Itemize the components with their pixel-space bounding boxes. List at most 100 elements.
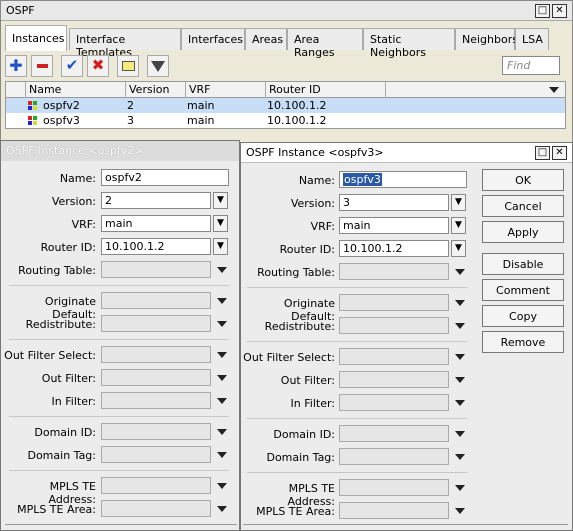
out-filter-select-select[interactable]	[101, 346, 211, 363]
remove-button[interactable]: Remove	[482, 331, 564, 353]
tab-lsa[interactable]: LSA	[515, 28, 549, 50]
mpls-te-area-select[interactable]	[101, 500, 211, 517]
out-filter-select-dropdown-icon[interactable]	[455, 354, 465, 360]
table-row[interactable]: ospfv2 2 main 10.100.1.2	[6, 98, 565, 113]
mpls-te-address-dropdown-icon[interactable]	[455, 485, 465, 491]
find-input[interactable]: Find	[502, 56, 560, 75]
instances-table: Name Version VRF Router ID ospfv2 2 main…	[5, 81, 566, 129]
router-id-select[interactable]: 10.100.1.2	[101, 238, 211, 255]
out-filter-select[interactable]	[101, 369, 211, 386]
name-value: ospfv3	[343, 173, 382, 186]
domain-tag-select[interactable]	[101, 446, 211, 463]
ok-button[interactable]: OK	[482, 169, 564, 191]
mpls-te-address-select[interactable]	[339, 479, 449, 496]
redistribute-select[interactable]	[101, 315, 211, 332]
close-button[interactable]: ✕	[552, 4, 567, 18]
redistribute-dropdown-icon[interactable]	[217, 321, 227, 327]
in-filter-label: In Filter:	[290, 397, 335, 410]
out-filter-dropdown-icon[interactable]	[217, 375, 227, 381]
enable-button[interactable]: ✔	[61, 55, 83, 77]
vrf-dropdown-button[interactable]: ▼	[213, 215, 228, 232]
add-button[interactable]: ✚	[5, 55, 27, 77]
comment-button[interactable]: Comment	[482, 279, 564, 301]
copy-button[interactable]: Copy	[482, 305, 564, 327]
remove-button[interactable]	[31, 55, 53, 77]
cell-vrf: main	[187, 99, 215, 112]
disable-button[interactable]: ✖	[87, 55, 109, 77]
apply-button[interactable]: Apply	[482, 221, 564, 243]
version-select[interactable]: 2	[101, 192, 211, 209]
out-filter-label: Out Filter:	[41, 372, 96, 385]
tab-interfaces[interactable]: Interfaces	[181, 28, 245, 50]
tab-area-ranges[interactable]: Area Ranges	[287, 28, 363, 59]
routing-table-select[interactable]	[339, 263, 449, 280]
disable-button[interactable]: Disable	[482, 253, 564, 275]
domain-tag-dropdown-icon[interactable]	[217, 452, 227, 458]
out-filter-select-dropdown-icon[interactable]	[217, 352, 227, 358]
redistribute-select[interactable]	[339, 317, 449, 334]
domain-id-select[interactable]	[101, 423, 211, 440]
domain-id-dropdown-icon[interactable]	[217, 429, 227, 435]
router-id-dropdown-button[interactable]: ▼	[213, 238, 228, 255]
name-input[interactable]: ospfv2	[101, 169, 229, 186]
originate-default-select[interactable]	[339, 294, 449, 311]
col-router-id[interactable]: Router ID	[266, 82, 386, 98]
routing-table-select[interactable]	[101, 261, 211, 278]
mpls-te-address-dropdown-icon[interactable]	[217, 483, 227, 489]
version-dropdown-button[interactable]: ▼	[451, 194, 466, 211]
out-filter-select[interactable]	[339, 371, 449, 388]
in-filter-dropdown-icon[interactable]	[455, 400, 465, 406]
comment-button[interactable]	[117, 55, 139, 77]
in-filter-dropdown-icon[interactable]	[217, 398, 227, 404]
out-filter-select-select[interactable]	[339, 348, 449, 365]
domain-id-dropdown-icon[interactable]	[455, 431, 465, 437]
tab-areas[interactable]: Areas	[245, 28, 287, 50]
originate-default-dropdown-icon[interactable]	[455, 300, 465, 306]
version-select[interactable]: 3	[339, 194, 449, 211]
col-vrf[interactable]: VRF	[186, 82, 266, 98]
filter-icon	[151, 61, 165, 72]
originate-default-dropdown-icon[interactable]	[217, 298, 227, 304]
instance-icon	[28, 116, 38, 126]
table-row[interactable]: ospfv3 3 main 10.100.1.2	[6, 113, 565, 128]
mpls-te-area-dropdown-icon[interactable]	[455, 508, 465, 514]
out-filter-dropdown-icon[interactable]	[455, 377, 465, 383]
domain-tag-dropdown-icon[interactable]	[455, 454, 465, 460]
maximize-button[interactable]: □	[535, 146, 550, 160]
maximize-button[interactable]: □	[535, 4, 550, 18]
tab-static-neighbors[interactable]: Static Neighbors	[363, 28, 455, 59]
router-id-select[interactable]: 10.100.1.2	[339, 240, 449, 257]
tab-instances[interactable]: Instances	[5, 25, 67, 51]
tab-interface-templates[interactable]: Interface Templates	[69, 28, 181, 59]
check-icon: ✔	[65, 56, 79, 74]
vrf-dropdown-button[interactable]: ▼	[451, 217, 466, 234]
cancel-button[interactable]: Cancel	[482, 195, 564, 217]
col-version[interactable]: Version	[126, 82, 186, 98]
mpls-te-address-select[interactable]	[101, 477, 211, 494]
routing-table-dropdown-icon[interactable]	[217, 267, 227, 273]
vrf-label: VRF:	[71, 218, 96, 231]
columns-dropdown-icon[interactable]	[549, 87, 559, 93]
router-id-dropdown-button[interactable]: ▼	[451, 240, 466, 257]
domain-tag-select[interactable]	[339, 448, 449, 465]
in-filter-select[interactable]	[101, 392, 211, 409]
filter-button[interactable]	[147, 55, 169, 77]
mpls-te-area-select[interactable]	[339, 502, 449, 519]
domain-id-select[interactable]	[339, 425, 449, 442]
routing-table-dropdown-icon[interactable]	[455, 269, 465, 275]
redistribute-label: Redistribute:	[264, 320, 335, 333]
vrf-select[interactable]: main	[339, 217, 449, 234]
originate-default-select[interactable]	[101, 292, 211, 309]
tab-neighbors[interactable]: Neighbors	[455, 28, 518, 50]
in-filter-select[interactable]	[339, 394, 449, 411]
mpls-te-area-label: MPLS TE Area:	[256, 505, 335, 518]
close-button[interactable]: ✕	[552, 146, 567, 160]
table-header: Name Version VRF Router ID	[6, 82, 565, 98]
vrf-select[interactable]: main	[101, 215, 211, 232]
mpls-te-area-dropdown-icon[interactable]	[217, 506, 227, 512]
name-input[interactable]: ospfv3	[339, 171, 467, 188]
version-dropdown-button[interactable]: ▼	[213, 192, 228, 209]
redistribute-dropdown-icon[interactable]	[455, 323, 465, 329]
col-name[interactable]: Name	[26, 82, 126, 98]
note-icon	[121, 61, 135, 71]
